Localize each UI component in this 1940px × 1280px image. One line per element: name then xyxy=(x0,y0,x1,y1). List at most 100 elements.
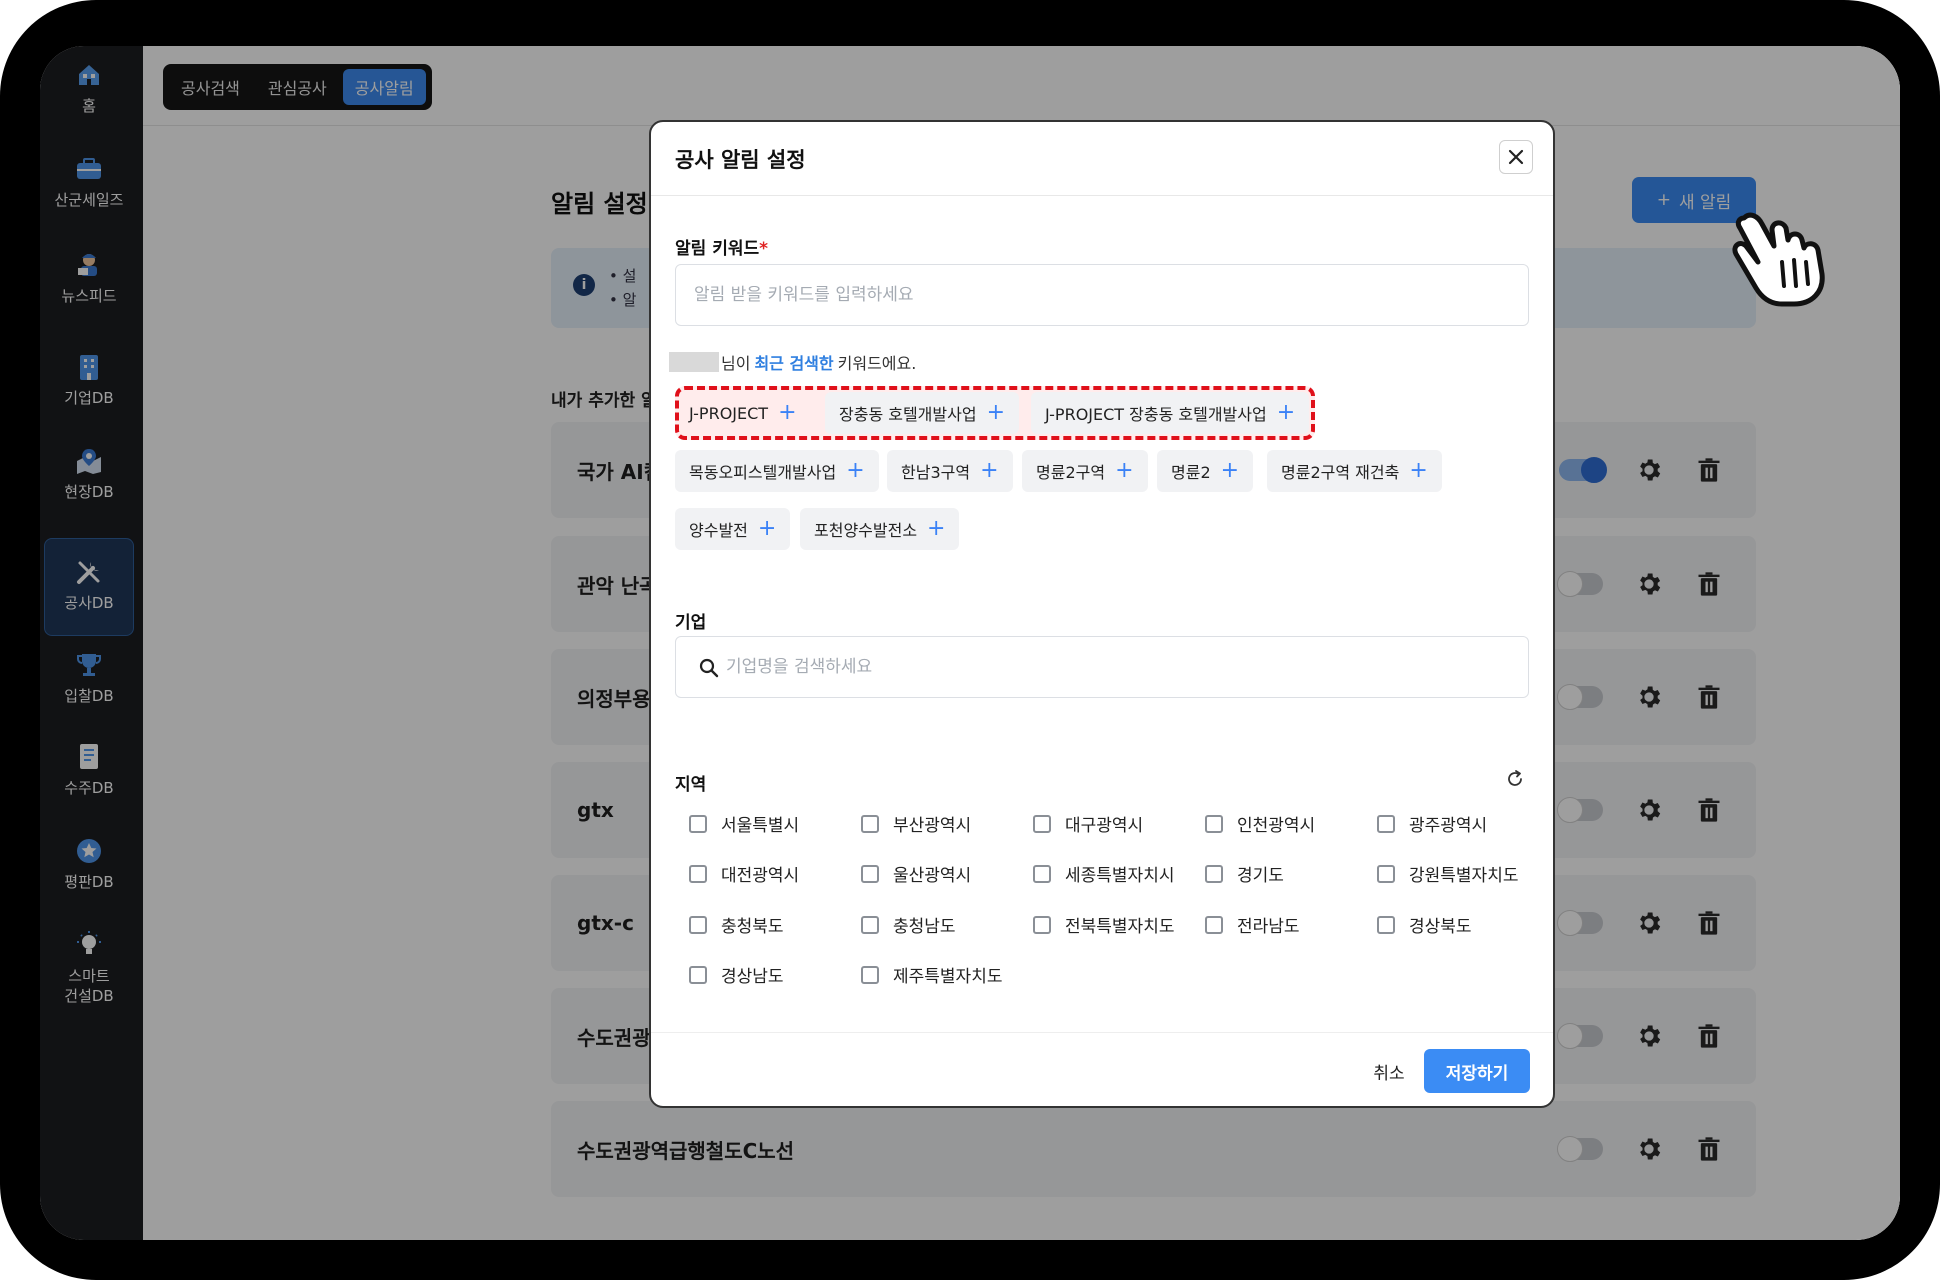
keyword-chip[interactable]: 명륜2구역 + xyxy=(1022,450,1148,492)
region-checkbox-jeonnam[interactable]: 전라남도 xyxy=(1205,912,1300,937)
region-label-text: 제주특별자치도 xyxy=(893,967,1003,987)
region-label-text: 충청북도 xyxy=(721,917,784,937)
recent-keywords-caption: 님이 최근 검색한 키워드에요. xyxy=(669,350,916,374)
modal-header: 공사 알림 설정 xyxy=(651,122,1553,196)
region-label-text: 경기도 xyxy=(1237,866,1284,886)
region-label-text: 경상북도 xyxy=(1409,917,1472,937)
region-label-text: 세종특별자치시 xyxy=(1065,866,1175,886)
region-label-text: 경상남도 xyxy=(721,967,784,987)
chip-label: 목동오피스텔개발사업 xyxy=(689,463,837,482)
region-checkbox-chungbuk[interactable]: 충청북도 xyxy=(689,912,784,937)
save-button[interactable]: 저장하기 xyxy=(1424,1049,1530,1093)
plus-icon: + xyxy=(1409,458,1428,483)
chip-label: 명륜2구역 재건축 xyxy=(1281,463,1400,482)
keyword-chip[interactable]: 명륜2 + xyxy=(1157,450,1254,492)
recent-emphasis: 최근 검색한 xyxy=(754,354,834,373)
company-search-field[interactable] xyxy=(675,636,1529,698)
region-label-text: 인천광역시 xyxy=(1237,816,1316,836)
modal-title: 공사 알림 설정 xyxy=(675,148,806,172)
recent-suffix: 키워드에요. xyxy=(837,354,917,373)
checkbox[interactable] xyxy=(689,915,707,934)
region-checkbox-jeonbuk[interactable]: 전북특별자치도 xyxy=(1033,912,1174,937)
checkbox[interactable] xyxy=(1377,915,1395,934)
region-label-text: 부산광역시 xyxy=(893,816,972,836)
blurred-username xyxy=(669,352,719,372)
region-label-text: 충청남도 xyxy=(893,917,956,937)
keyword-chip[interactable]: J-PROJECT + xyxy=(675,392,811,434)
alert-settings-modal: 공사 알림 설정 알림 키워드* 님이 최근 검색한 키워드에요. J-PROJ… xyxy=(649,120,1555,1108)
required-mark: * xyxy=(759,239,769,259)
region-label-text: 대전광역시 xyxy=(721,866,800,886)
region-label-text: 강원특별자치도 xyxy=(1409,866,1519,886)
keyword-chip[interactable]: 포천양수발전소 + xyxy=(800,508,960,550)
plus-icon: + xyxy=(1276,400,1296,425)
region-label-text: 광주광역시 xyxy=(1409,816,1488,836)
checkbox[interactable] xyxy=(1205,915,1223,934)
checkbox[interactable] xyxy=(1033,915,1051,934)
keyword-chip[interactable]: 명륜2구역 재건축 + xyxy=(1267,450,1442,492)
region-checkbox-seoul[interactable]: 서울특별시 xyxy=(689,811,799,836)
company-search-input[interactable] xyxy=(726,637,1516,697)
device-frame: 홈 산군세일즈 뉴스피드 기업DB 현장DB 공사DB 입찰DB 수주DB 평판… xyxy=(0,0,1940,1280)
region-checkbox-daejeon[interactable]: 대전광역시 xyxy=(689,861,799,886)
keyword-label: 알림 키워드* xyxy=(675,234,768,259)
checkbox[interactable] xyxy=(1205,814,1223,833)
chip-label: 포천양수발전소 xyxy=(814,521,918,540)
region-checkbox-gyeongbuk[interactable]: 경상북도 xyxy=(1377,912,1472,937)
keyword-input[interactable] xyxy=(675,264,1529,326)
refresh-icon[interactable] xyxy=(1504,768,1526,790)
region-checkbox-chungnam[interactable]: 충청남도 xyxy=(861,912,956,937)
region-label-text: 전북특별자치도 xyxy=(1065,917,1175,937)
chip-label: 장충동 호텔개발사업 xyxy=(839,405,977,424)
keyword-chip[interactable]: 장충동 호텔개발사업 + xyxy=(825,392,1020,434)
region-checkbox-gangwon[interactable]: 강원특별자치도 xyxy=(1377,861,1518,886)
checkbox[interactable] xyxy=(861,814,879,833)
keyword-label-text: 알림 키워드 xyxy=(675,239,760,259)
recent-prefix: 님이 xyxy=(721,354,751,373)
chip-label: J-PROJECT xyxy=(689,403,769,423)
plus-icon: + xyxy=(846,458,865,483)
region-checkbox-gyeonggi[interactable]: 경기도 xyxy=(1205,861,1284,886)
region-checkbox-jeju[interactable]: 제주특별자치도 xyxy=(861,962,1002,987)
cancel-button[interactable]: 취소 xyxy=(1359,1049,1419,1093)
checkbox[interactable] xyxy=(1377,864,1395,883)
plus-icon: + xyxy=(986,400,1006,425)
checkbox[interactable] xyxy=(689,965,707,984)
checkbox[interactable] xyxy=(1033,864,1051,883)
region-checkbox-gyeongnam[interactable]: 경상남도 xyxy=(689,962,784,987)
screen: 홈 산군세일즈 뉴스피드 기업DB 현장DB 공사DB 입찰DB 수주DB 평판… xyxy=(40,46,1900,1240)
chip-label: 명륜2 xyxy=(1171,463,1211,482)
checkbox[interactable] xyxy=(861,965,879,984)
checkbox[interactable] xyxy=(1377,814,1395,833)
checkbox[interactable] xyxy=(861,864,879,883)
plus-icon: + xyxy=(980,458,999,483)
region-checkbox-daegu[interactable]: 대구광역시 xyxy=(1033,811,1143,836)
region-label: 지역 xyxy=(675,775,707,795)
chip-label: J-PROJECT 장충동 호텔개발사업 xyxy=(1045,405,1267,424)
keyword-chip[interactable]: 한남3구역 + xyxy=(887,450,1013,492)
search-icon xyxy=(699,658,719,678)
region-checkbox-ulsan[interactable]: 울산광역시 xyxy=(861,861,971,886)
close-button[interactable] xyxy=(1499,140,1533,174)
checkbox[interactable] xyxy=(689,864,707,883)
close-icon xyxy=(1508,149,1524,165)
keyword-chip[interactable]: 목동오피스텔개발사업 + xyxy=(675,450,879,492)
checkbox[interactable] xyxy=(861,915,879,934)
checkbox[interactable] xyxy=(1033,814,1051,833)
keyword-chip[interactable]: 양수발전 + xyxy=(675,508,791,550)
checkbox[interactable] xyxy=(1205,864,1223,883)
region-checkbox-incheon[interactable]: 인천광역시 xyxy=(1205,811,1315,836)
chip-label: 한남3구역 xyxy=(901,463,971,482)
region-checkbox-gwangju[interactable]: 광주광역시 xyxy=(1377,811,1487,836)
region-label-text: 전라남도 xyxy=(1237,917,1300,937)
region-label-text: 대구광역시 xyxy=(1065,816,1144,836)
company-label: 기업 xyxy=(675,613,707,633)
plus-icon: + xyxy=(927,516,946,541)
keyword-chip[interactable]: J-PROJECT 장충동 호텔개발사업 + xyxy=(1031,392,1310,434)
region-label-text: 서울특별시 xyxy=(721,816,800,836)
plus-icon: + xyxy=(757,516,777,541)
checkbox[interactable] xyxy=(689,814,707,833)
region-checkbox-busan[interactable]: 부산광역시 xyxy=(861,811,971,836)
plus-icon: + xyxy=(778,400,797,425)
region-checkbox-sejong[interactable]: 세종특별자치시 xyxy=(1033,861,1174,886)
